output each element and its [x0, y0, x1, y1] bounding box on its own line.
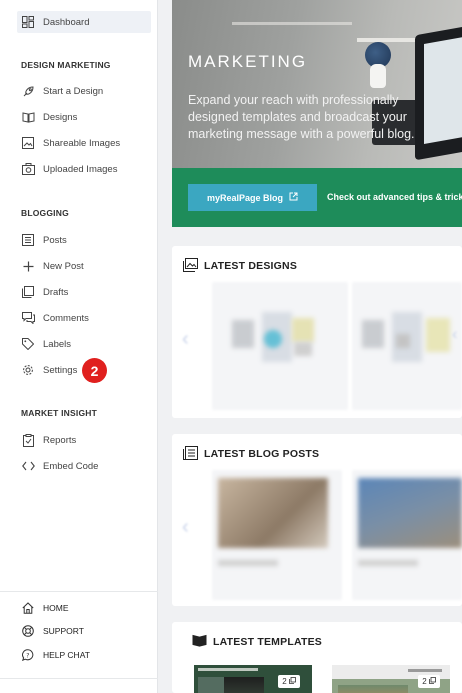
- sidebar-item-support[interactable]: SUPPORT: [17, 620, 151, 642]
- sidebar-item-label: Posts: [43, 234, 67, 246]
- sidebar-item-shareable-images[interactable]: Shareable Images: [17, 132, 151, 154]
- copy-icon: [428, 677, 436, 686]
- latest-blog-posts-panel: LATEST BLOG POSTS ‹: [172, 434, 462, 606]
- home-icon: [21, 601, 35, 615]
- sidebar-item-drafts[interactable]: Drafts: [17, 281, 151, 303]
- sidebar-item-label: Drafts: [43, 286, 69, 298]
- section-title-blogging: BLOGGING: [21, 208, 69, 218]
- step-badge: 2: [82, 358, 107, 383]
- rocket-icon: [21, 84, 35, 98]
- carousel-next-icon[interactable]: ›: [452, 326, 457, 344]
- sidebar-item-label: HELP CHAT: [43, 650, 90, 660]
- code-icon: [21, 459, 35, 473]
- sidebar-item-label: Shareable Images: [43, 137, 121, 149]
- sidebar-item-comments[interactable]: Comments: [17, 307, 151, 329]
- gear-icon: [21, 363, 35, 377]
- hero-action-band: myRealPage Blog Check out advanced tips …: [172, 168, 462, 227]
- template-card[interactable]: 2: [194, 665, 312, 693]
- comments-icon: [21, 311, 35, 325]
- sidebar-item-label: Reports: [43, 434, 77, 446]
- svg-text:?: ?: [26, 652, 29, 659]
- template-count: 2: [282, 677, 287, 686]
- hero-line: designed templates and broadcast your: [188, 110, 407, 124]
- panel-title: LATEST BLOG POSTS: [204, 447, 320, 460]
- clipboard-check-icon: [21, 433, 35, 447]
- sidebar-item-label: Designs: [43, 111, 78, 123]
- blog-button[interactable]: myRealPage Blog: [188, 184, 317, 211]
- dashboard-icon: [21, 15, 35, 29]
- sidebar-item-start-design[interactable]: Start a Design: [17, 80, 151, 102]
- design-card[interactable]: [212, 282, 348, 410]
- sidebar-item-dashboard[interactable]: Dashboard: [17, 11, 151, 33]
- panel-header: LATEST TEMPLATES: [192, 634, 322, 649]
- lifebuoy-icon: [21, 624, 35, 638]
- newspaper-icon: [21, 233, 35, 247]
- tag-icon: [21, 337, 35, 351]
- template-thumb-text: [198, 668, 258, 671]
- plus-icon: [21, 259, 35, 273]
- template-count-badge: 2: [418, 675, 440, 688]
- gallery-icon: [183, 258, 198, 273]
- sidebar-item-uploaded-images[interactable]: Uploaded Images: [17, 158, 151, 180]
- hero-tagline: Check out advanced tips & tricks: [327, 192, 462, 202]
- sidebar-item-label: Labels: [43, 338, 71, 350]
- sidebar-item-label: Settings: [43, 364, 78, 376]
- book-open-icon: [21, 110, 35, 124]
- hero-shelf: [232, 22, 352, 25]
- chat-help-icon: ?: [21, 648, 35, 662]
- image-icon: [21, 136, 35, 150]
- sidebar-item-designs[interactable]: Designs: [17, 106, 151, 128]
- sidebar-item-label: New Post: [43, 260, 84, 272]
- sidebar-item-help-chat[interactable]: ? HELP CHAT: [17, 644, 151, 666]
- sidebar-item-new-post[interactable]: New Post: [17, 255, 151, 277]
- sidebar-item-posts[interactable]: Posts: [17, 229, 151, 251]
- newspaper-icon: [183, 446, 198, 461]
- sidebar-item-label: Dashboard: [43, 16, 90, 28]
- hero-line: marketing message with a powerful blog.: [188, 127, 415, 141]
- hero-line: Expand your reach with professionally: [188, 93, 399, 107]
- marketing-hero: MARKETING Expand your reach with profess…: [172, 0, 462, 227]
- sidebar-divider: [0, 678, 158, 679]
- latest-designs-panel: LATEST DESIGNS ‹ ›: [172, 246, 462, 418]
- external-link-icon: [289, 192, 298, 203]
- sidebar-item-label: Embed Code: [43, 460, 99, 472]
- template-thumb-image: [338, 685, 408, 693]
- section-title-design-marketing: DESIGN MARKETING: [21, 60, 111, 70]
- template-count: 2: [422, 677, 427, 686]
- template-thumb-image: [224, 677, 264, 693]
- blog-button-label: myRealPage Blog: [206, 192, 284, 203]
- sidebar-item-labels[interactable]: Labels: [17, 333, 151, 355]
- panel-header: LATEST BLOG POSTS: [183, 446, 319, 461]
- sidebar-item-label: Start a Design: [43, 85, 104, 97]
- template-thumb-text: [408, 669, 442, 672]
- sidebar-item-label: SUPPORT: [43, 626, 84, 636]
- hero-description: Expand your reach with professionally de…: [188, 92, 458, 143]
- carousel-prev-icon[interactable]: ‹: [182, 516, 189, 539]
- sidebar-item-label: Comments: [43, 312, 89, 324]
- book-open-icon: [192, 634, 207, 649]
- camera-icon: [21, 162, 35, 176]
- section-title-market-insight: MARKET INSIGHT: [21, 408, 97, 418]
- sidebar-item-reports[interactable]: Reports: [17, 429, 151, 451]
- sidebar-item-embed-code[interactable]: Embed Code: [17, 455, 151, 477]
- sidebar-item-label: Uploaded Images: [43, 163, 118, 175]
- hero-title: MARKETING: [188, 52, 308, 71]
- blog-post-card[interactable]: [212, 470, 342, 600]
- panel-title: LATEST DESIGNS: [204, 259, 298, 272]
- template-card[interactable]: 2: [332, 665, 450, 693]
- hero-vase: [370, 64, 386, 88]
- sidebar: Dashboard DESIGN MARKETING Start a Desig…: [0, 0, 158, 693]
- blog-post-card[interactable]: [352, 470, 462, 600]
- panel-title: LATEST TEMPLATES: [213, 635, 322, 648]
- latest-templates-panel: LATEST TEMPLATES 2 2: [172, 622, 462, 693]
- design-card[interactable]: [352, 282, 462, 410]
- template-count-badge: 2: [278, 675, 300, 688]
- carousel-prev-icon[interactable]: ‹: [182, 328, 189, 351]
- copy-icon: [288, 677, 296, 686]
- copy-icon: [21, 285, 35, 299]
- panel-header: LATEST DESIGNS: [183, 258, 297, 273]
- sidebar-item-home[interactable]: HOME: [17, 597, 151, 619]
- sidebar-item-label: HOME: [43, 603, 69, 613]
